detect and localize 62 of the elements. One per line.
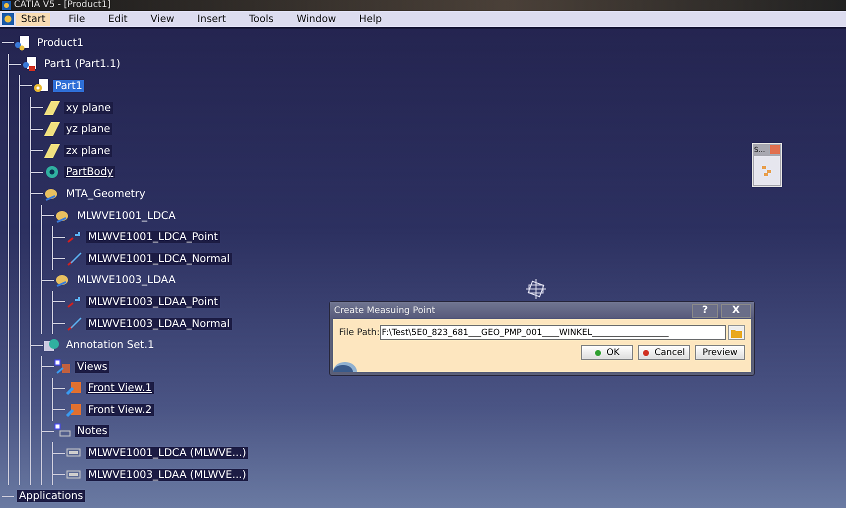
field-label: File Path: (339, 328, 380, 338)
tree-item[interactable]: Notes (75, 425, 110, 438)
window-title: CATIA V5 - [Product1] (14, 0, 111, 11)
tree-item[interactable]: Annotation Set.1 (64, 339, 156, 352)
tree-item[interactable]: MLWVE1001_LDCA (MLWVE...) (86, 447, 248, 460)
tree-item[interactable]: PartBody (64, 166, 116, 178)
tree-item[interactable]: MLWVE1003_LDAA (75, 274, 178, 286)
dialog-title: Create Measuing Point (334, 306, 436, 316)
plane-icon (43, 100, 61, 116)
tree-item[interactable]: Applications (17, 490, 86, 502)
tree-item[interactable]: MTA_Geometry (64, 188, 148, 200)
dialog-button[interactable]: OK (581, 345, 633, 360)
app-logo-icon (2, 1, 11, 10)
help-button[interactable]: ? (692, 304, 718, 318)
product-icon (14, 34, 32, 51)
tree-item[interactable]: MLWVE1003_LDAA_Normal (86, 318, 232, 330)
tree-item[interactable]: Front View.2 (86, 404, 154, 416)
menu-item[interactable]: Edit (103, 12, 133, 26)
menu-item[interactable]: Tools (244, 12, 279, 26)
globe-icon (333, 362, 357, 372)
tree-item[interactable]: Part1 (Part1.1) (42, 58, 122, 70)
status-dot-icon (643, 350, 648, 356)
part-icon (21, 56, 39, 72)
compass-icon (525, 278, 547, 300)
views-icon (54, 358, 72, 375)
tree-structure-icon (761, 164, 773, 176)
tree-item[interactable]: MLWVE1001_LDCA (75, 210, 178, 222)
tree-item[interactable]: yz plane (64, 123, 112, 136)
tree-item[interactable]: Front View.1 (86, 382, 154, 394)
point-icon (65, 229, 83, 246)
file-path-field[interactable]: F:\Test\5E0_823_681___GEO_PMP_001____WINKEL__________________ (380, 325, 726, 340)
plane-icon (43, 121, 61, 138)
tree-item[interactable]: MLWVE1001_LDCA_Normal (86, 252, 232, 265)
view-icon (65, 402, 83, 418)
tree-item[interactable]: MLWVE1003_LDAA (MLWVE...) (86, 468, 248, 481)
tree-item[interactable]: MLWVE1001_LDCA_Point (86, 231, 220, 244)
browse-button[interactable] (728, 325, 745, 340)
menu-item[interactable]: Insert (192, 12, 231, 26)
view-icon (65, 380, 83, 396)
line-icon (65, 316, 83, 332)
status-dot-icon (594, 350, 600, 356)
toolbar-button[interactable] (754, 156, 780, 185)
tree-item[interactable]: Part1 (53, 80, 84, 92)
tree-item[interactable]: zx plane (64, 144, 112, 157)
menu-item[interactable]: File (63, 12, 90, 26)
folder-icon (730, 328, 742, 338)
dialog-button[interactable]: Preview (695, 345, 745, 360)
close-button[interactable]: X (721, 304, 751, 318)
menu-item[interactable]: Help (354, 12, 387, 26)
tree-item[interactable]: MLWVE1003_LDAA_Point (86, 296, 220, 308)
dialog-button[interactable]: Cancel (638, 345, 690, 360)
menu-item[interactable]: Start (16, 12, 50, 26)
close-icon[interactable] (770, 145, 780, 154)
tree-item[interactable]: Product1 (35, 36, 86, 49)
app-logo-icon (2, 13, 14, 25)
menu-item[interactable]: Window (292, 12, 342, 26)
notes-icon (54, 423, 72, 440)
tree-item[interactable]: xy plane (64, 102, 113, 114)
line-icon (65, 250, 83, 267)
plane-icon (43, 142, 61, 159)
tree-item[interactable]: Views (75, 360, 110, 373)
menu-item[interactable]: View (146, 12, 180, 26)
